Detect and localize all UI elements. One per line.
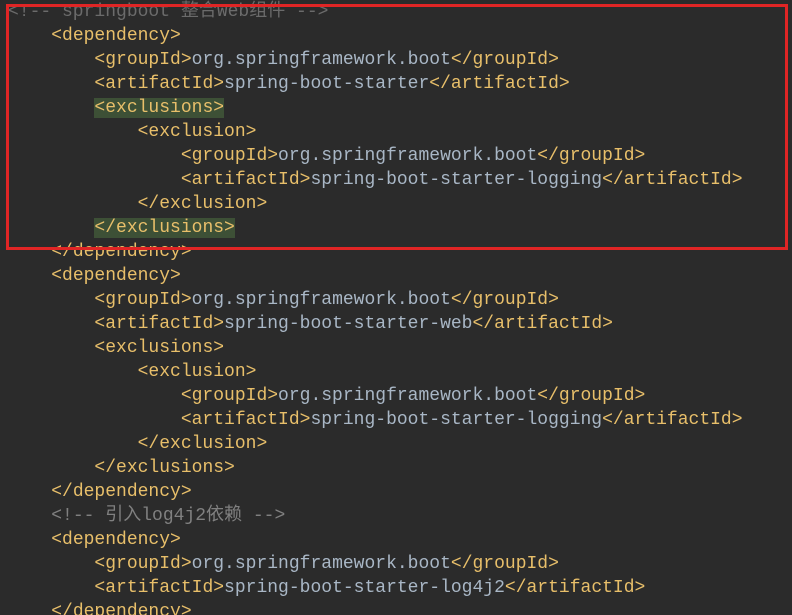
xml-text: org.springframework.boot — [192, 290, 451, 310]
code-line[interactable]: </exclusion> — [8, 192, 792, 216]
code-line[interactable]: <artifactId>spring-boot-starter-log4j2</… — [8, 576, 792, 600]
xml-close-tag: </artifactId> — [602, 410, 742, 430]
xml-open-tag: <artifactId> — [181, 410, 311, 430]
xml-close-tag: </exclusion> — [138, 434, 268, 454]
xml-open-tag: <artifactId> — [94, 314, 224, 334]
code-line[interactable]: <artifactId>spring-boot-starter-logging<… — [8, 408, 792, 432]
xml-open-tag: <artifactId> — [94, 74, 224, 94]
xml-comment: <!-- 引入log4j2依赖 --> — [51, 506, 285, 526]
xml-text: org.springframework.boot — [278, 146, 537, 166]
code-line[interactable]: <exclusion> — [8, 120, 792, 144]
code-line[interactable]: <dependency> — [8, 24, 792, 48]
xml-open-tag: <exclusion> — [138, 122, 257, 142]
xml-open-tag: <exclusions> — [94, 98, 224, 118]
xml-open-tag: <dependency> — [51, 266, 181, 286]
xml-open-tag: <dependency> — [51, 530, 181, 550]
xml-close-tag: </exclusion> — [138, 194, 268, 214]
code-line[interactable]: <groupId>org.springframework.boot</group… — [8, 48, 792, 72]
xml-open-tag: <groupId> — [181, 386, 278, 406]
code-line[interactable]: </dependency> — [8, 600, 792, 615]
xml-text: spring-boot-starter — [224, 74, 429, 94]
xml-open-tag: <exclusions> — [94, 338, 224, 358]
code-line[interactable]: <!-- 引入log4j2依赖 --> — [8, 504, 792, 528]
xml-text: spring-boot-starter-logging — [310, 170, 602, 190]
xml-text: org.springframework.boot — [192, 554, 451, 574]
dim-comment: <!-- springboot 整合Web组件 --> — [8, 2, 328, 22]
xml-close-tag: </groupId> — [451, 554, 559, 574]
xml-close-tag: </artifactId> — [473, 314, 613, 334]
xml-close-tag: </exclusions> — [94, 218, 234, 238]
code-line[interactable]: <exclusions> — [8, 96, 792, 120]
code-line[interactable]: <exclusions> — [8, 336, 792, 360]
code-line[interactable]: <groupId>org.springframework.boot</group… — [8, 552, 792, 576]
code-line[interactable]: <dependency> — [8, 528, 792, 552]
code-line[interactable]: <groupId>org.springframework.boot</group… — [8, 384, 792, 408]
xml-open-tag: <groupId> — [181, 146, 278, 166]
xml-close-tag: </artifactId> — [429, 74, 569, 94]
code-line[interactable]: <groupId>org.springframework.boot</group… — [8, 288, 792, 312]
xml-close-tag: </groupId> — [537, 146, 645, 166]
code-line[interactable]: <artifactId>spring-boot-starter-web</art… — [8, 312, 792, 336]
xml-open-tag: <exclusion> — [138, 362, 257, 382]
xml-close-tag: </dependency> — [51, 242, 191, 262]
xml-text: org.springframework.boot — [278, 386, 537, 406]
xml-text: spring-boot-starter-logging — [310, 410, 602, 430]
xml-open-tag: <groupId> — [94, 50, 191, 70]
xml-close-tag: </groupId> — [537, 386, 645, 406]
code-line[interactable]: <groupId>org.springframework.boot</group… — [8, 144, 792, 168]
xml-text: org.springframework.boot — [192, 50, 451, 70]
xml-open-tag: <groupId> — [94, 554, 191, 574]
xml-close-tag: </groupId> — [451, 290, 559, 310]
code-line[interactable]: <artifactId>spring-boot-starter</artifac… — [8, 72, 792, 96]
code-line[interactable]: </dependency> — [8, 240, 792, 264]
code-line[interactable]: <exclusion> — [8, 360, 792, 384]
xml-open-tag: <groupId> — [94, 290, 191, 310]
code-line[interactable]: </exclusions> — [8, 456, 792, 480]
xml-close-tag: </dependency> — [51, 602, 191, 615]
code-line[interactable]: </dependency> — [8, 480, 792, 504]
code-line[interactable]: <!-- springboot 整合Web组件 --> — [8, 0, 792, 24]
code-line[interactable]: <artifactId>spring-boot-starter-logging<… — [8, 168, 792, 192]
xml-text: spring-boot-starter-web — [224, 314, 472, 334]
xml-close-tag: </groupId> — [451, 50, 559, 70]
code-line[interactable]: </exclusion> — [8, 432, 792, 456]
xml-open-tag: <artifactId> — [94, 578, 224, 598]
xml-close-tag: </dependency> — [51, 482, 191, 502]
xml-close-tag: </artifactId> — [505, 578, 645, 598]
code-line[interactable]: <dependency> — [8, 264, 792, 288]
xml-text: spring-boot-starter-log4j2 — [224, 578, 505, 598]
xml-close-tag: </exclusions> — [94, 458, 234, 478]
xml-open-tag: <dependency> — [51, 26, 181, 46]
xml-open-tag: <artifactId> — [181, 170, 311, 190]
xml-close-tag: </artifactId> — [602, 170, 742, 190]
code-line[interactable]: </exclusions> — [8, 216, 792, 240]
code-editor[interactable]: <!-- springboot 整合Web组件 --> <dependency>… — [0, 0, 792, 615]
